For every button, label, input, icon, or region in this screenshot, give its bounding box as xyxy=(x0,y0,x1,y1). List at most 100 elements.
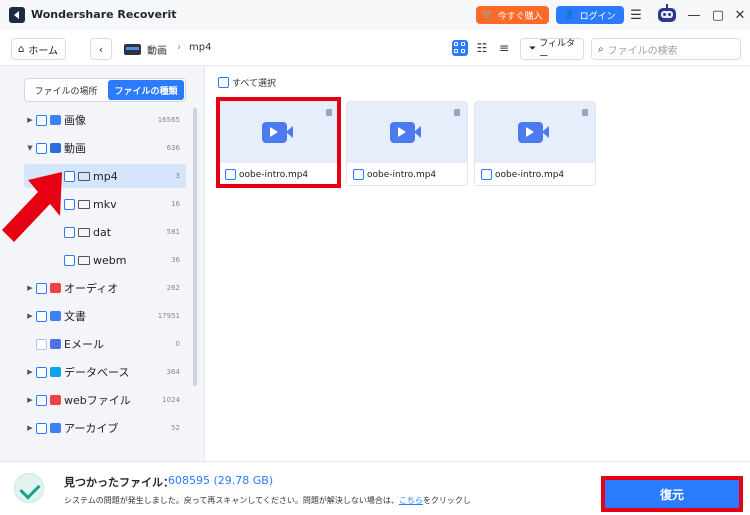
maximize-icon[interactable]: ▢ xyxy=(709,6,727,24)
item-count: 364 xyxy=(166,368,180,376)
folder-icon xyxy=(78,171,90,181)
search-placeholder: ファイルの検索 xyxy=(607,45,678,57)
archive-icon xyxy=(50,423,61,433)
sidebar-item-audio[interactable]: ▶ オーディオ 262 xyxy=(24,276,186,300)
checkbox[interactable] xyxy=(36,142,47,154)
item-count: 16565 xyxy=(157,116,180,124)
checkbox[interactable] xyxy=(36,366,47,378)
sidebar-item-label: webファイル xyxy=(64,394,131,407)
found-files-value: 608595 (29.78 GB) xyxy=(168,474,274,487)
file-name-row: oobe-intro.mp4 xyxy=(353,169,436,180)
expand-icon[interactable]: ▶ xyxy=(24,396,36,404)
status-message: システムの問題が発生しました。戻って再スキャンしてください。問題が解決しない場合… xyxy=(64,495,471,506)
status-message-tail: をクリックし xyxy=(422,496,471,505)
sidebar-scrollbar[interactable] xyxy=(193,108,197,386)
image-icon xyxy=(50,115,61,125)
video-icon xyxy=(390,122,421,143)
file-card[interactable]: oobe-intro.mp4 xyxy=(346,101,468,186)
sidebar-item-label: 動画 xyxy=(64,142,86,155)
sidebar-item-label: mp4 xyxy=(93,169,118,183)
sidebar-item-documents[interactable]: ▶ 文書 17951 xyxy=(24,304,186,328)
document-icon xyxy=(50,311,61,321)
checkbox[interactable] xyxy=(64,254,75,266)
buy-now-button[interactable]: 🛒 今すぐ購入 xyxy=(476,6,549,24)
sidebar-item-web-files[interactable]: ▶ webファイル 1024 xyxy=(24,388,186,412)
email-icon xyxy=(50,339,61,349)
robot-icon[interactable] xyxy=(655,4,679,26)
video-icon xyxy=(518,122,549,143)
file-card[interactable]: oobe-intro.mp4 xyxy=(474,101,596,186)
minimize-icon[interactable]: — xyxy=(685,6,703,24)
checkbox[interactable] xyxy=(481,169,492,180)
folder-icon xyxy=(78,227,90,237)
item-count: 16 xyxy=(171,200,180,208)
search-icon: ⌕ xyxy=(598,43,604,55)
sidebar-item-label: webm xyxy=(93,253,127,267)
drive-icon xyxy=(124,44,141,55)
filter-button[interactable]: ⏷ フィルター xyxy=(520,38,584,62)
sidebar-item-label: オーディオ xyxy=(64,282,119,295)
checkbox[interactable] xyxy=(36,338,47,350)
web-file-icon xyxy=(50,395,61,405)
collapse-icon[interactable]: ▼ xyxy=(24,144,36,152)
filter-icon: ⏷ xyxy=(529,44,537,54)
video-icon xyxy=(50,143,61,153)
sidebar-item-label: データベース xyxy=(64,366,130,379)
annotation-highlight-box xyxy=(216,97,341,188)
checkbox[interactable] xyxy=(353,169,364,180)
sidebar-item-video[interactable]: ▼ 動画 636 xyxy=(24,136,186,160)
detail-view-icon[interactable]: ≡ xyxy=(496,40,512,56)
item-count: 262 xyxy=(166,284,180,292)
checkbox[interactable] xyxy=(36,422,47,434)
expand-icon[interactable]: ▶ xyxy=(24,424,36,432)
audio-icon xyxy=(50,283,61,293)
sidebar-item-archive[interactable]: ▶ アーカイブ 52 xyxy=(24,416,186,440)
breadcrumb-video[interactable]: 動画 xyxy=(147,42,167,57)
menu-icon[interactable]: ☰ xyxy=(627,6,645,24)
annotation-highlight-box xyxy=(601,476,743,512)
expand-icon[interactable]: ▶ xyxy=(24,284,36,292)
grid-view-icon[interactable] xyxy=(452,40,468,56)
cart-icon: 🛒 xyxy=(482,10,494,20)
item-count: 581 xyxy=(166,228,180,236)
checkbox[interactable] xyxy=(36,394,47,406)
app-logo-icon xyxy=(9,7,25,23)
close-icon[interactable]: ✕ xyxy=(731,6,749,24)
sidebar-item-database[interactable]: ▶ データベース 364 xyxy=(24,360,186,384)
check-icon xyxy=(14,473,44,503)
select-all-label: すべて選択 xyxy=(232,79,277,89)
filter-label: フィルター xyxy=(539,39,576,62)
help-link[interactable]: こちら xyxy=(399,496,423,505)
checkbox[interactable] xyxy=(36,310,47,322)
login-button[interactable]: 👤 ログイン xyxy=(556,6,624,24)
tab-file-type[interactable]: ファイルの種類 xyxy=(108,80,184,100)
tab-file-location[interactable]: ファイルの場所 xyxy=(26,80,106,100)
list-view-icon[interactable]: ☷ xyxy=(474,40,490,56)
checkbox[interactable] xyxy=(36,282,47,294)
expand-icon[interactable]: ▶ xyxy=(24,312,36,320)
user-icon: 👤 xyxy=(564,10,576,20)
chevron-right-icon: › xyxy=(177,42,181,53)
database-icon xyxy=(50,367,61,377)
sidebar-item-label: 画像 xyxy=(64,114,86,127)
trash-icon[interactable] xyxy=(454,109,460,116)
search-input[interactable]: ⌕ ファイルの検索 xyxy=(591,38,741,60)
select-all-checkbox[interactable]: すべて選択 xyxy=(218,76,276,89)
item-count: 0 xyxy=(175,340,180,348)
home-button[interactable]: ⌂ ホーム xyxy=(11,38,66,60)
trash-icon[interactable] xyxy=(582,109,588,116)
sidebar-item-images[interactable]: ▶ 画像 16565 xyxy=(24,108,186,132)
expand-icon[interactable]: ▶ xyxy=(24,116,36,124)
folder-icon xyxy=(78,255,90,265)
checkbox[interactable] xyxy=(218,77,229,88)
buy-now-label: 今すぐ購入 xyxy=(497,11,543,22)
expand-icon[interactable]: ▶ xyxy=(24,368,36,376)
sidebar-item-webm[interactable]: webm 36 xyxy=(24,248,186,272)
sidebar-item-email[interactable]: Eメール 0 xyxy=(24,332,186,356)
back-button[interactable]: ‹ xyxy=(90,38,112,60)
item-count: 17951 xyxy=(157,312,180,320)
item-count: 3 xyxy=(175,172,180,180)
checkbox[interactable] xyxy=(36,114,47,126)
item-count: 636 xyxy=(166,144,180,152)
folder-icon xyxy=(78,199,90,209)
